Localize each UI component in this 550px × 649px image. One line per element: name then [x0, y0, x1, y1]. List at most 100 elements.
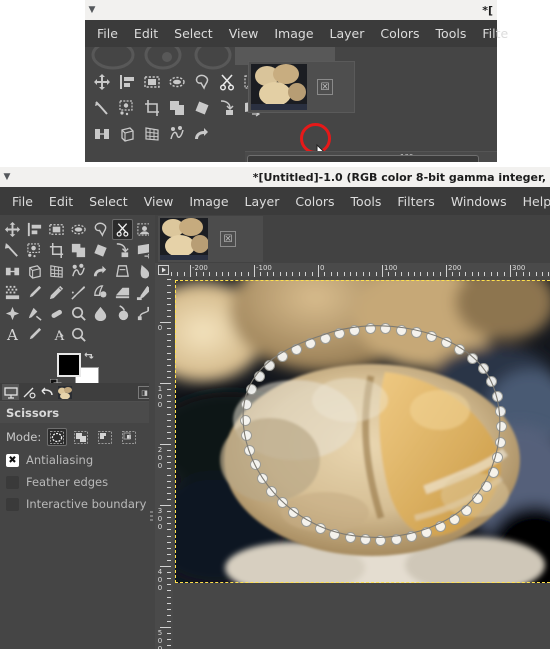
tool-options-tabbar[interactable]: ◨ [0, 383, 155, 402]
cage-transform-tool-icon[interactable] [141, 123, 163, 145]
warp-transform-tool-icon[interactable] [112, 240, 133, 261]
window1-titlebar[interactable]: ▼ *[ [85, 0, 497, 20]
warp-transform-tool-icon[interactable] [216, 97, 238, 119]
dodge-burn-tool-icon[interactable] [68, 303, 89, 324]
paintbrush-tool-icon[interactable] [24, 282, 45, 303]
window2-menu-colors[interactable]: Colors [287, 191, 342, 212]
window1-tool-row-2[interactable] [91, 97, 263, 119]
swap-colors-icon[interactable] [84, 351, 95, 362]
smudge-drop-tool-icon[interactable] [90, 303, 111, 324]
window2-menu-help[interactable]: Help [515, 191, 550, 212]
free-select-tool-icon[interactable] [191, 71, 213, 93]
window2-menu-windows[interactable]: Windows [443, 191, 515, 212]
window2-menu-file[interactable]: File [4, 191, 41, 212]
gradient-tool-icon[interactable] [166, 123, 188, 145]
blur-sharpen-tool-icon[interactable] [46, 303, 67, 324]
antialiasing-checkbox[interactable]: ✖ [6, 453, 19, 467]
window1-image-tab[interactable]: ☒ [248, 61, 355, 113]
undo-tab-icon[interactable] [38, 384, 55, 400]
foreground-color-swatch[interactable] [57, 353, 81, 377]
heal-tool-icon[interactable] [2, 303, 23, 324]
window1-menu-colors[interactable]: Colors [372, 23, 427, 44]
ellipse-select-tool-icon[interactable] [166, 71, 188, 93]
ink-tool-icon[interactable] [90, 282, 111, 303]
horizontal-ruler[interactable]: -200 -100 0 100 200 300 [155, 263, 550, 278]
zoom-tool-icon[interactable] [68, 324, 89, 345]
move-tool-icon[interactable] [2, 219, 23, 240]
replace-mode-button[interactable] [47, 428, 68, 446]
window1-menubar[interactable]: File Edit Select View Image Layer Colors Tools F… [85, 20, 508, 47]
image-tab-close-button[interactable]: ☒ [220, 231, 236, 247]
unified-transform-tool-icon[interactable] [166, 97, 188, 119]
interactive-boundary-checkbox[interactable] [6, 497, 19, 511]
scissors-select-tool-icon[interactable] [216, 71, 238, 93]
alignment-tool-icon[interactable] [24, 219, 45, 240]
window1-tool-row-3[interactable] [91, 123, 213, 145]
perspective-clone-tool-icon[interactable] [112, 261, 133, 282]
rectangle-select-tool-icon[interactable] [141, 71, 163, 93]
canvas-viewport[interactable] [173, 277, 550, 649]
handle-transform-tool-icon[interactable] [90, 240, 111, 261]
window1-menu-layer[interactable]: Layer [322, 23, 373, 44]
window2-menu-select[interactable]: Select [81, 191, 136, 212]
scissors-select-tool-icon[interactable] [112, 219, 133, 240]
undo-history-tab-icon[interactable] [20, 384, 37, 400]
fuzzy-select-tool-icon[interactable] [2, 240, 23, 261]
images-tab-icon[interactable] [56, 384, 73, 400]
ellipse-select-tool-icon[interactable] [68, 219, 89, 240]
window1-menu-tools[interactable]: Tools [428, 23, 475, 44]
window1-menu-edit[interactable]: Edit [126, 23, 166, 44]
window1-menu-filte[interactable]: Filte [474, 23, 516, 44]
color-picker-tool-icon[interactable] [24, 324, 45, 345]
rectangle-select-tool-icon[interactable] [46, 219, 67, 240]
window1-image-close-button[interactable]: ☒ [317, 79, 333, 95]
toolbox-grid[interactable]: A A [0, 215, 155, 345]
window2-menu-edit[interactable]: Edit [41, 191, 81, 212]
free-select-tool-icon[interactable] [90, 219, 111, 240]
ruler-origin-button[interactable] [156, 264, 171, 276]
handle-transform-tool-icon[interactable] [191, 97, 213, 119]
antialiasing-option[interactable]: ✖ Antialiasing [0, 449, 155, 471]
measure-tool-icon[interactable]: A [46, 324, 67, 345]
dock-divider-grip[interactable] [150, 511, 153, 525]
pencil-tool-icon[interactable] [46, 282, 67, 303]
intersect-mode-button[interactable] [119, 428, 139, 446]
alignment-tool-icon[interactable] [116, 71, 138, 93]
tool-options-tab-icon[interactable] [2, 384, 19, 400]
text-tool-icon[interactable]: A [2, 324, 23, 345]
window1-menu-view[interactable]: View [221, 23, 267, 44]
gradient-tool-icon[interactable] [68, 261, 89, 282]
interactive-boundary-option[interactable]: Interactive boundary [0, 493, 155, 515]
airbrush-tool-icon[interactable] [68, 282, 89, 303]
crop-tool-icon[interactable] [46, 240, 67, 261]
3d-transform-tool-icon[interactable] [116, 123, 138, 145]
perspective-clone-2-tool-icon[interactable] [24, 303, 45, 324]
window2-menu-filters[interactable]: Filters [389, 191, 442, 212]
unified-transform-tool-icon[interactable] [68, 240, 89, 261]
bucket-fill-tool-icon[interactable] [191, 123, 213, 145]
window2-menu-image[interactable]: Image [181, 191, 236, 212]
move-tool-icon[interactable] [91, 71, 113, 93]
fuzzy-select-tool-icon[interactable] [91, 97, 113, 119]
bucket-fill-tool-icon[interactable] [90, 261, 111, 282]
feather-edges-checkbox[interactable] [6, 475, 19, 489]
crop-tool-icon[interactable] [141, 97, 163, 119]
select-by-color-tool-icon[interactable] [116, 97, 138, 119]
eraser-tool-icon[interactable] [112, 282, 133, 303]
select-by-color-tool-icon[interactable] [24, 240, 45, 261]
window2-menubar[interactable]: File Edit Select View Image Layer Colors Tools F… [0, 187, 550, 215]
flip-tool-icon[interactable] [2, 261, 23, 282]
cage-transform-tool-icon[interactable] [46, 261, 67, 282]
image-tab[interactable]: ☒ [158, 216, 263, 262]
window1-menu-select[interactable]: Select [166, 23, 221, 44]
window1-menu-file[interactable]: File [89, 23, 126, 44]
window2-menu-tools[interactable]: Tools [343, 191, 390, 212]
window2-menu-layer[interactable]: Layer [237, 191, 288, 212]
add-mode-button[interactable] [71, 428, 91, 446]
image-tabbar[interactable]: ☒ [155, 215, 550, 263]
flip-tool-icon[interactable] [91, 123, 113, 145]
vertical-ruler[interactable]: 0 100 200 300 400 500 [155, 277, 174, 649]
feather-edges-option[interactable]: Feather edges [0, 471, 155, 493]
selection-mode-row[interactable]: Mode: [0, 423, 155, 449]
bucket-2-tool-icon[interactable] [112, 303, 133, 324]
